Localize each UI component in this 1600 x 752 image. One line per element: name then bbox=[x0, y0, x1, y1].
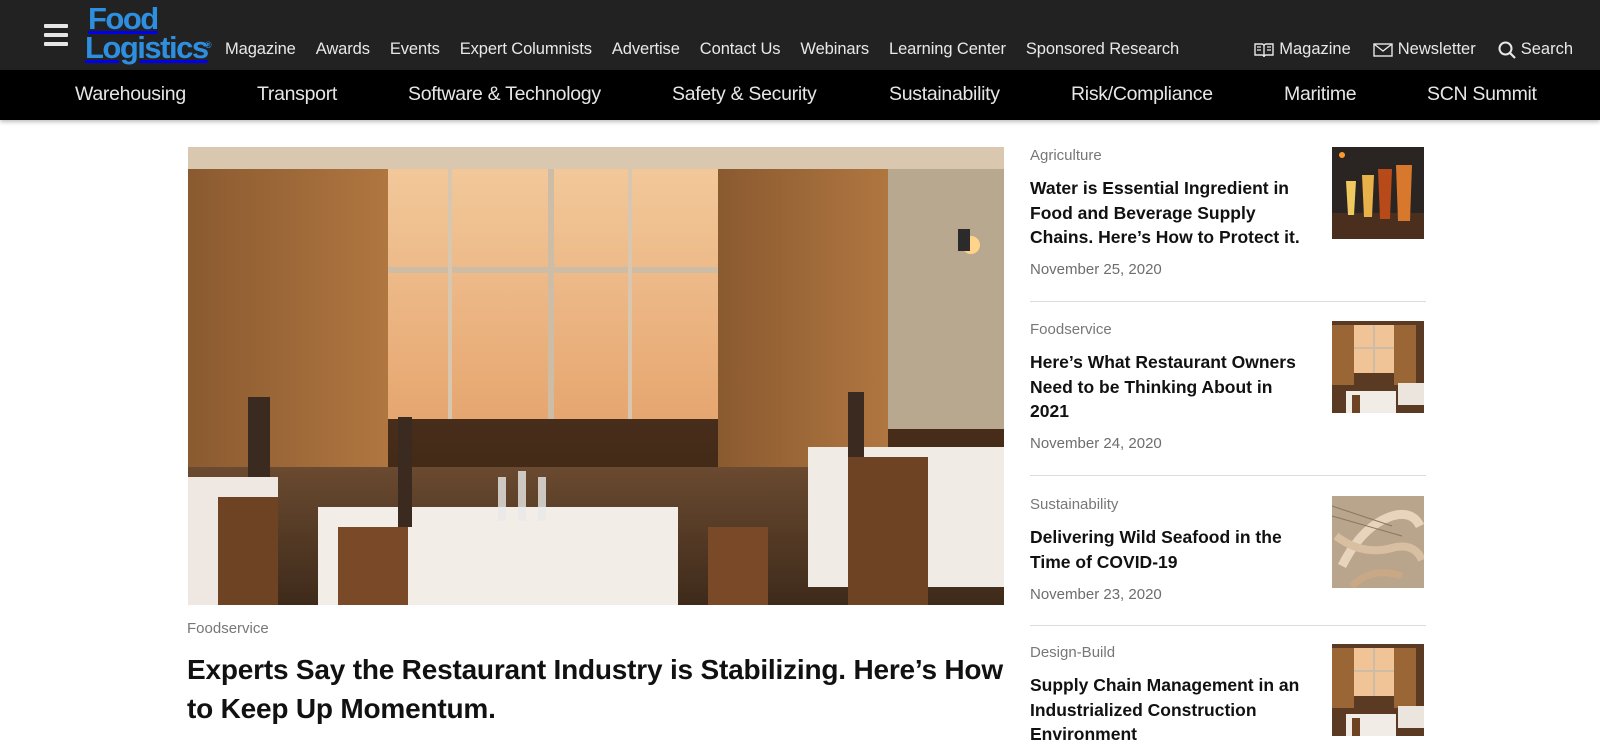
top-right-actions: Magazine Newsletter Search bbox=[1232, 40, 1573, 59]
category-maritime[interactable]: Maritime bbox=[1284, 83, 1357, 106]
sidebar-article-title[interactable]: Delivering Wild Seafood in the Time of C… bbox=[1030, 525, 1315, 574]
sidebar-article-category[interactable]: Foodservice bbox=[1030, 321, 1112, 338]
category-safety-security[interactable]: Safety & Security bbox=[672, 83, 817, 106]
search-link-label: Search bbox=[1520, 40, 1573, 58]
top-nav-events[interactable]: Events bbox=[390, 40, 440, 59]
top-nav-contact-us[interactable]: Contact Us bbox=[700, 40, 781, 59]
restaurant-photo bbox=[188, 147, 1004, 605]
top-nav: Magazine Awards Events Expert Columnists… bbox=[225, 40, 1199, 59]
sidebar-article-date: November 24, 2020 bbox=[1030, 435, 1162, 452]
category-risk-compliance[interactable]: Risk/Compliance bbox=[1071, 83, 1213, 106]
newsletter-link[interactable]: Newsletter bbox=[1373, 40, 1476, 59]
top-nav-expert-columnists[interactable]: Expert Columnists bbox=[460, 40, 592, 59]
search-link[interactable]: Search bbox=[1498, 40, 1573, 59]
featured-article-image[interactable] bbox=[188, 147, 1004, 605]
sidebar-article-thumbnail[interactable] bbox=[1332, 644, 1424, 736]
category-sustainability[interactable]: Sustainability bbox=[889, 83, 1000, 106]
sidebar-article-category[interactable]: Agriculture bbox=[1030, 147, 1102, 164]
newsletter-link-label: Newsletter bbox=[1397, 40, 1476, 58]
hamburger-icon[interactable] bbox=[44, 24, 68, 46]
sidebar-article-thumbnail[interactable] bbox=[1332, 496, 1424, 588]
category-nav: Warehousing Transport Software & Technol… bbox=[0, 70, 1600, 120]
top-nav-awards[interactable]: Awards bbox=[316, 40, 370, 59]
category-warehousing[interactable]: Warehousing bbox=[75, 83, 186, 106]
sidebar-article-title[interactable]: Water is Essential Ingredient in Food an… bbox=[1030, 176, 1315, 250]
sidebar-article-date: November 23, 2020 bbox=[1030, 586, 1162, 603]
sidebar-article-thumbnail[interactable] bbox=[1332, 147, 1424, 239]
logo-line-2: Logistics bbox=[85, 30, 209, 65]
category-software-technology[interactable]: Software & Technology bbox=[408, 83, 601, 106]
magazine-link[interactable]: Magazine bbox=[1254, 40, 1351, 59]
category-transport[interactable]: Transport bbox=[257, 83, 337, 106]
beer-flight-image bbox=[1332, 147, 1424, 239]
sidebar-divider bbox=[1030, 475, 1426, 476]
featured-article-title[interactable]: Experts Say the Restaurant Industry is S… bbox=[187, 650, 1007, 728]
search-icon bbox=[1498, 41, 1516, 59]
top-nav-magazine[interactable]: Magazine bbox=[225, 40, 296, 59]
sidebar-article-title[interactable]: Here’s What Restaurant Owners Need to be… bbox=[1030, 350, 1315, 424]
featured-article-category[interactable]: Foodservice bbox=[187, 620, 269, 637]
sidebar-divider bbox=[1030, 301, 1426, 302]
sidebar-article-category[interactable]: Sustainability bbox=[1030, 496, 1118, 513]
book-icon bbox=[1254, 42, 1274, 57]
category-scn-summit[interactable]: SCN Summit bbox=[1427, 83, 1537, 106]
sidebar-article-thumbnail[interactable] bbox=[1332, 321, 1424, 413]
top-bar: Food Logistics ® Magazine Awards Events … bbox=[0, 0, 1600, 70]
sidebar-article-date: November 25, 2020 bbox=[1030, 261, 1162, 278]
top-nav-learning-center[interactable]: Learning Center bbox=[889, 40, 1006, 59]
top-nav-advertise[interactable]: Advertise bbox=[612, 40, 680, 59]
top-nav-sponsored-research[interactable]: Sponsored Research bbox=[1026, 40, 1179, 59]
site-logo[interactable]: Food Logistics ® bbox=[85, 1, 215, 65]
sidebar-article-title[interactable]: Supply Chain Management in an Industrial… bbox=[1030, 673, 1315, 747]
top-nav-webinars[interactable]: Webinars bbox=[800, 40, 869, 59]
logo-line-1: Food bbox=[88, 1, 159, 36]
shrimp-image bbox=[1332, 496, 1424, 588]
sidebar-article-category[interactable]: Design-Build bbox=[1030, 644, 1115, 661]
restaurant-image bbox=[1332, 644, 1424, 736]
restaurant-image bbox=[1332, 321, 1424, 413]
logo-registered-mark: ® bbox=[205, 40, 212, 50]
envelope-icon bbox=[1373, 42, 1393, 57]
sidebar-divider bbox=[1030, 625, 1426, 626]
magazine-link-label: Magazine bbox=[1279, 40, 1351, 58]
